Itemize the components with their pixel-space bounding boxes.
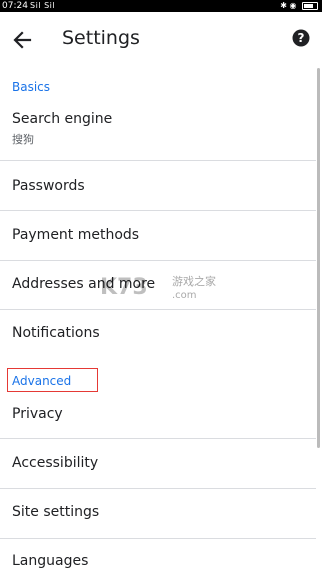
item-title: Site settings — [12, 504, 100, 520]
settings-item-payment-methods[interactable]: Payment methods — [0, 211, 316, 261]
settings-item-site-settings[interactable]: Site settings — [0, 489, 316, 539]
app-bar: Settings ? — [0, 12, 322, 68]
item-subtitle: 搜狗 — [12, 133, 34, 146]
status-time: 07:24 — [2, 1, 28, 11]
item-title: Accessibility — [12, 455, 99, 471]
item-title: Languages — [12, 553, 89, 569]
item-title: Privacy — [12, 406, 63, 422]
item-title: Passwords — [12, 178, 85, 194]
settings-item-languages[interactable]: Languages — [0, 538, 316, 576]
settings-item-notifications[interactable]: Notifications — [0, 310, 316, 359]
watermark-text: 游戏之家 — [172, 274, 216, 288]
highlight-annotation — [7, 368, 98, 392]
item-title: Payment methods — [12, 227, 140, 243]
battery-icon — [302, 1, 318, 10]
svg-text:K73: K73 — [100, 275, 148, 300]
back-arrow-icon[interactable] — [10, 27, 36, 53]
signal-icon: Sil Sil — [30, 1, 56, 10]
settings-item-search-engine[interactable]: Search engine 搜狗 — [0, 100, 316, 161]
item-title: Search engine — [12, 111, 113, 127]
help-icon[interactable]: ? — [292, 29, 310, 47]
settings-item-privacy[interactable]: Privacy — [0, 392, 316, 439]
item-title: Notifications — [12, 325, 100, 341]
page-title: Settings — [62, 27, 140, 49]
watermark-logo: K73 游戏之家 .com — [100, 272, 230, 302]
status-bar: 07:24 Sil Sil ✱ ◉ — [0, 0, 322, 12]
settings-item-accessibility[interactable]: Accessibility — [0, 439, 316, 489]
svg-text:?: ? — [298, 31, 305, 45]
scrollbar[interactable] — [317, 68, 320, 448]
status-right-text: ✱ ◉ — [280, 1, 297, 10]
section-header-basics: Basics — [12, 80, 51, 94]
status-icons: ✱ ◉ — [280, 0, 318, 12]
watermark-domain: .com — [172, 290, 197, 301]
settings-item-passwords[interactable]: Passwords — [0, 161, 316, 211]
